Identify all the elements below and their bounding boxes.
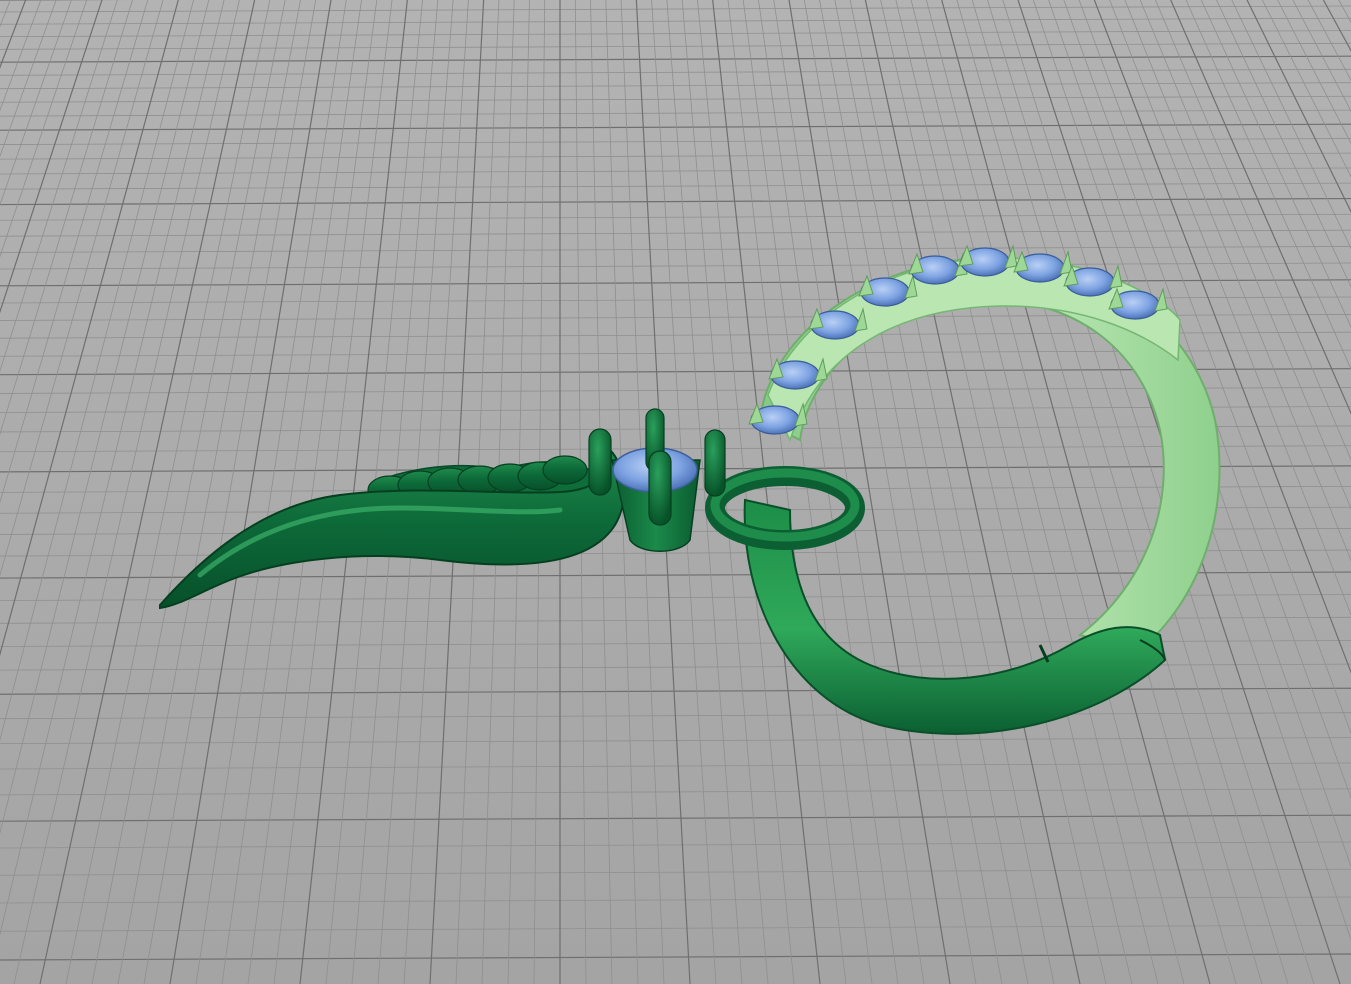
3d-viewport[interactable] <box>0 0 1351 984</box>
prong <box>648 450 672 526</box>
feather <box>542 455 588 485</box>
viewport-canvas[interactable] <box>0 0 1351 984</box>
prong <box>704 429 726 497</box>
prong <box>588 428 612 496</box>
